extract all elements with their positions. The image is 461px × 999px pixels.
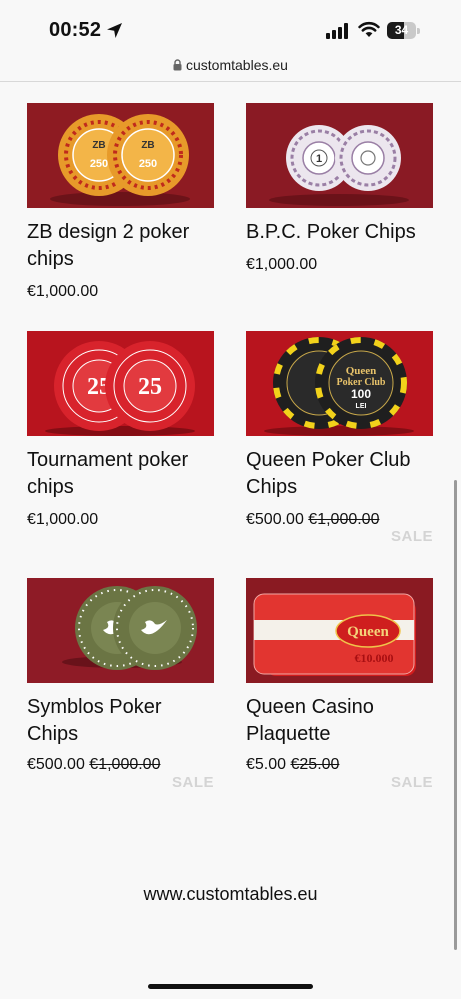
- home-indicator[interactable]: [148, 984, 313, 989]
- svg-text:ZB: ZB: [92, 140, 105, 151]
- zb-denomination-2: 250: [139, 158, 157, 170]
- product-price: €5.00 €25.00: [246, 755, 339, 775]
- battery-percent: 34: [394, 23, 409, 37]
- divider: [0, 81, 461, 82]
- wifi-icon: [358, 21, 380, 37]
- product-card-zb-design[interactable]: ZB 250 ZB 250 ZB design 2 poker chips €1…: [27, 103, 214, 303]
- product-price: €500.00 €1,000.00: [246, 510, 379, 530]
- original-price: €1,000.00: [308, 511, 380, 528]
- product-price: €1,000.00: [27, 282, 98, 302]
- product-name[interactable]: B.P.C. Poker Chips: [246, 219, 433, 246]
- current-price: €1,000.00: [27, 283, 99, 300]
- signal-icon: [326, 23, 348, 39]
- product-card-symblos[interactable]: Symblos Poker Chips €500.00 €1,000.00 SA…: [27, 578, 214, 793]
- plaquette-value: €10.000: [355, 651, 394, 665]
- product-card-tournament[interactable]: 25 25 Tournament poker chips €1,000.00: [27, 331, 214, 531]
- svg-text:ZB: ZB: [141, 140, 154, 151]
- product-image-queen-plaquette[interactable]: Queen €10.000: [246, 578, 433, 683]
- lock-icon: [173, 59, 182, 71]
- current-price: €500.00: [27, 756, 85, 773]
- product-price: €500.00 €1,000.00: [27, 755, 160, 775]
- product-price: €1,000.00: [246, 255, 317, 275]
- tournament-denomination-2: 25: [138, 374, 162, 400]
- product-card-bpc[interactable]: 1 B.P.C. Poker Chips €1,000.00: [246, 103, 433, 303]
- product-card-queen-poker-club[interactable]: Queen Poker Club 100 LEI Queen Poker Clu…: [246, 331, 433, 546]
- current-price: €1,000.00: [246, 256, 318, 273]
- product-name[interactable]: Queen Casino Plaquette: [246, 694, 433, 748]
- zb-denomination-1: 250: [90, 158, 108, 170]
- current-price: €500.00: [246, 511, 304, 528]
- product-image-tournament-chips[interactable]: 25 25: [27, 331, 214, 436]
- queen-club-denomination: 100: [351, 387, 371, 401]
- sale-badge: SALE: [390, 528, 433, 545]
- bpc-denomination: 1: [316, 153, 322, 165]
- scrollbar[interactable]: [454, 480, 457, 950]
- product-image-zb-chips[interactable]: ZB 250 ZB 250: [27, 103, 214, 208]
- current-price: €5.00: [246, 756, 287, 773]
- product-image-queen-club-chips[interactable]: Queen Poker Club 100 LEI: [246, 331, 433, 436]
- plaquette-brand: Queen: [347, 624, 389, 640]
- battery-icon: 34: [387, 22, 420, 39]
- product-image-symblos-chips[interactable]: [27, 578, 214, 683]
- original-price: €1,000.00: [89, 756, 161, 773]
- product-name[interactable]: Tournament poker chips: [27, 447, 214, 501]
- product-image-bpc-chips[interactable]: 1: [246, 103, 433, 208]
- queen-club-unit: LEI: [356, 403, 367, 410]
- product-name[interactable]: Queen Poker Club Chips: [246, 447, 433, 501]
- address-bar[interactable]: customtables.eu: [0, 54, 461, 80]
- product-name[interactable]: Symblos Poker Chips: [27, 694, 214, 748]
- status-time: 00:52: [49, 19, 102, 41]
- footer-website-link[interactable]: www.customtables.eu: [0, 884, 461, 905]
- product-card-queen-plaquette[interactable]: Queen €10.000 Queen Casino Plaquette €5.…: [246, 578, 433, 793]
- queen-club-line1: Queen: [346, 365, 377, 377]
- current-price: €1,000.00: [27, 511, 99, 528]
- product-name[interactable]: ZB design 2 poker chips: [27, 219, 214, 273]
- original-price: €25.00: [290, 756, 340, 773]
- status-bar: 00:52 34: [0, 0, 461, 54]
- location-arrow-icon: [107, 23, 122, 38]
- sale-badge: SALE: [390, 774, 433, 791]
- sale-badge: SALE: [171, 774, 214, 791]
- url-text: customtables.eu: [186, 57, 288, 73]
- product-price: €1,000.00: [27, 510, 98, 530]
